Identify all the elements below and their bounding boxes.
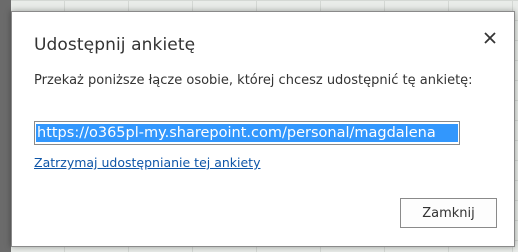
share-link-field[interactable]: https://o365pl-my.sharepoint.com/persona… (34, 121, 460, 145)
dialog-description: Przekaż poniższe łącze osobie, której ch… (34, 73, 473, 88)
dialog-title: Udostępnij ankietę (34, 35, 196, 55)
close-button[interactable]: Zamknij (400, 198, 497, 228)
close-icon[interactable] (480, 28, 500, 48)
share-link-text[interactable]: https://o365pl-my.sharepoint.com/persona… (36, 124, 458, 142)
stop-sharing-link[interactable]: Zatrzymaj udostępnianie tej ankiety (34, 155, 260, 170)
share-survey-dialog: Udostępnij ankietę Przekaż poniższe łącz… (11, 11, 515, 247)
left-edge-bar (0, 0, 11, 252)
